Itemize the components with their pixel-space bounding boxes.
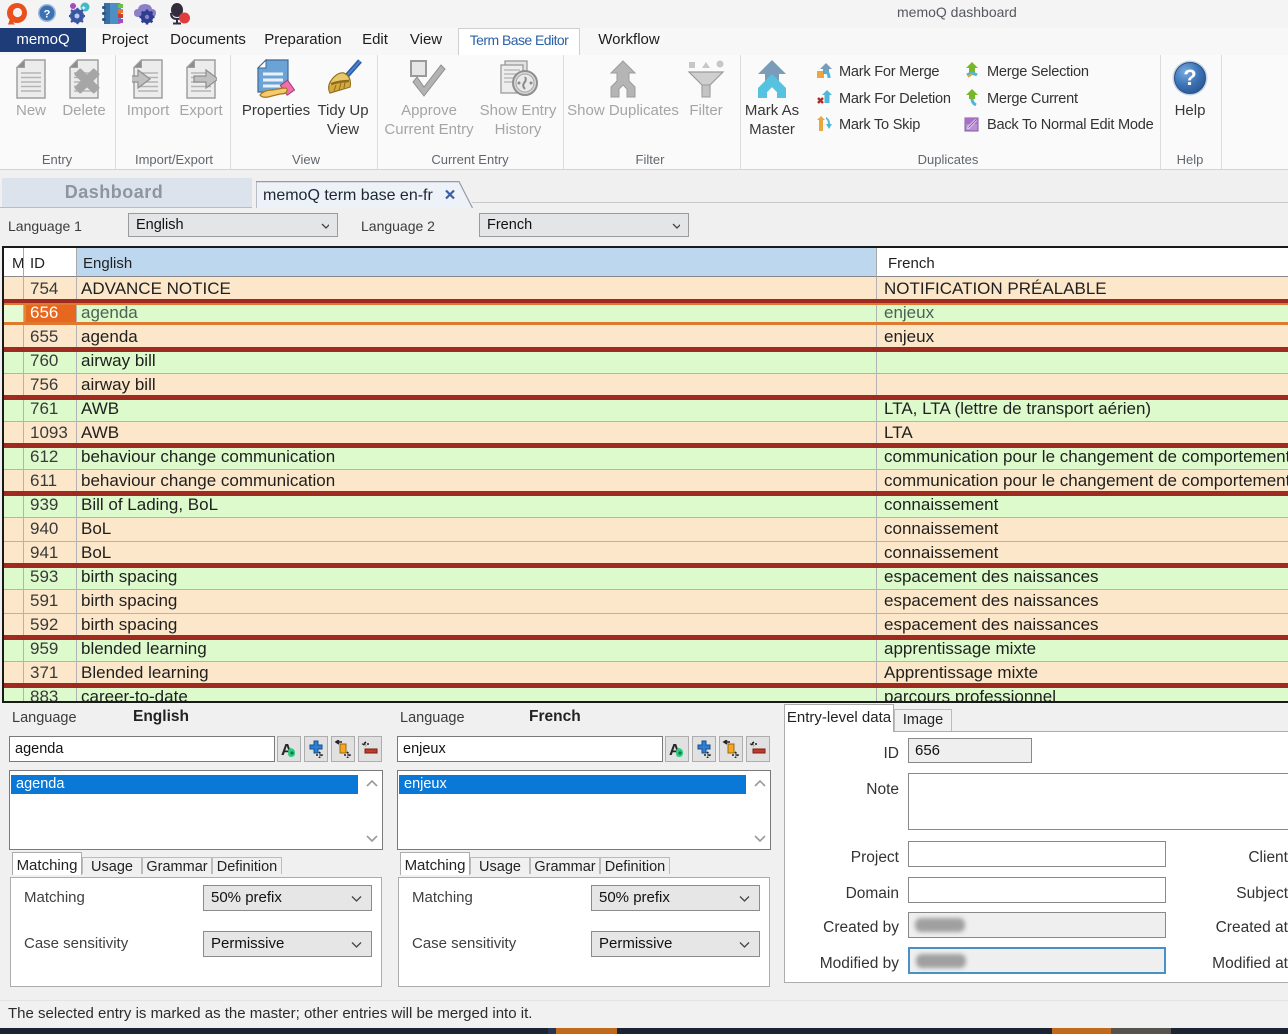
svg-text:?: ? <box>1183 65 1196 90</box>
svg-text:?: ? <box>44 9 51 21</box>
svg-text:memoQ term base en-fr: memoQ term base en-fr <box>263 187 434 204</box>
